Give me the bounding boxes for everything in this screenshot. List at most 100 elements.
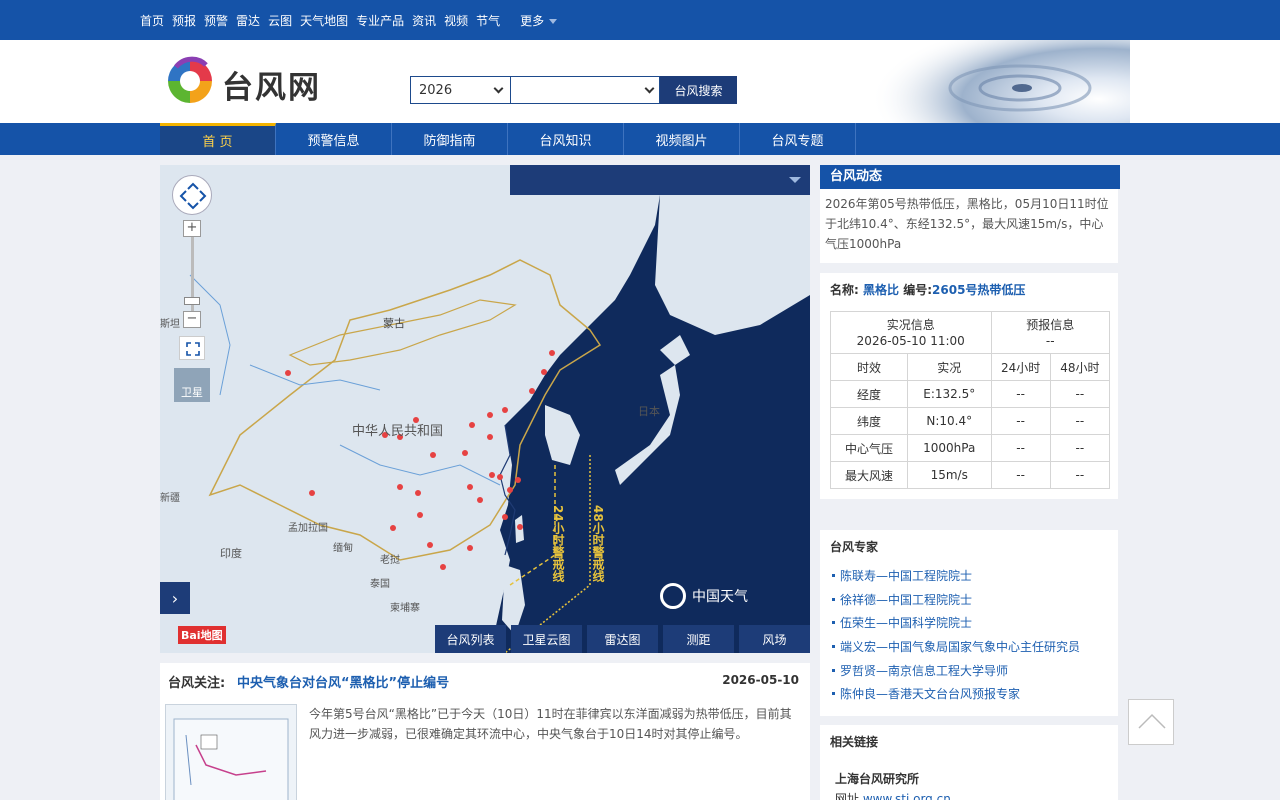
cell: 15m/s [906, 461, 992, 489]
topnav-more[interactable]: 更多 [520, 12, 558, 29]
expert-link[interactable]: 伍荣生—中国科学院院士 [830, 611, 1108, 635]
map-label-china: 中华人民共和国 [352, 424, 443, 439]
expert-link[interactable]: 徐祥德—中国工程院院士 [830, 588, 1108, 612]
news-thumbnail[interactable] [165, 704, 297, 800]
topnav-news[interactable]: 资讯 [412, 12, 436, 29]
typhoon-name-select[interactable] [510, 76, 660, 104]
org-url-line: 网址 www.sti.org.cn [835, 790, 1108, 800]
expert-name[interactable]: 伍荣生—中国科学院院士 [840, 614, 972, 631]
satellite-cloud-button[interactable]: 卫星云图 [511, 625, 582, 653]
col-header: 24小时 [990, 353, 1051, 381]
pan-control[interactable] [172, 175, 212, 215]
cell: -- [990, 434, 1051, 462]
code-label: 编号: [903, 283, 933, 297]
measure-distance-button[interactable]: 测距 [663, 625, 734, 653]
col-header: 实况 [906, 353, 992, 381]
row-label: 中心气压 [830, 434, 908, 462]
china-weather-logo-icon [660, 583, 686, 609]
land-korea [545, 405, 580, 465]
map-toolbar: 台风列表 卫星云图 雷达图 测距 风场 [435, 625, 810, 653]
bullet-icon [832, 621, 835, 625]
land-japan [615, 365, 680, 485]
topnav-cloud[interactable]: 云图 [268, 12, 292, 29]
expert-link[interactable]: 罗哲贤—南京信息工程大学导师 [830, 658, 1108, 682]
map-label-kazakh: 斯坦 [160, 317, 180, 330]
zoom-slider-handle[interactable] [184, 297, 200, 305]
topnav-forecast[interactable]: 预报 [172, 12, 196, 29]
topnav-products[interactable]: 专业产品 [356, 12, 404, 29]
dynamics-text: 2026年第05号热带低压，黑格比，05月10日11时位于北纬10.4°、东经1… [820, 189, 1118, 263]
expert-name[interactable]: 陈联寿—中国工程院院士 [840, 567, 972, 584]
triangle-down-icon [789, 177, 801, 183]
org-url-link[interactable]: www.sti.org.cn [863, 792, 951, 800]
typhoon-code-link[interactable]: 2605号热带低压 [932, 283, 1025, 297]
back-to-top-button[interactable] [1128, 699, 1174, 745]
table-row: 中心气压 1000hPa -- -- [830, 434, 1111, 462]
topnav-radar[interactable]: 雷达 [236, 12, 260, 29]
dynamics-title: 台风动态 [820, 165, 1120, 189]
related-links-panel: 相关链接 上海台风研究所 网址 www.sti.org.cn [820, 725, 1118, 800]
mainnav-video-images[interactable]: 视频图片 [624, 123, 740, 155]
expert-name[interactable]: 端义宏—中国气象局国家气象中心主任研究员 [840, 638, 1080, 655]
map-label-cambodia: 柬埔寨 [390, 601, 420, 614]
bullet-icon [832, 692, 835, 696]
main-nav: 首 页 预警信息 防御指南 台风知识 视频图片 台风专题 [0, 123, 1280, 155]
topnav-warning[interactable]: 预警 [204, 12, 228, 29]
forecast-title: 预报信息 [1026, 317, 1075, 332]
zoom-out-button[interactable]: − [183, 311, 201, 328]
expand-panel-icon[interactable]: › [160, 582, 190, 614]
topnav-home[interactable]: 首页 [140, 12, 164, 29]
map-label-thailand: 泰国 [370, 577, 390, 590]
site-logo-text[interactable]: 台风网 [222, 62, 321, 107]
fullscreen-icon[interactable] [179, 336, 205, 360]
col-header: 48小时 [1049, 353, 1111, 381]
land-siberia [655, 175, 810, 335]
caret-down-icon [549, 18, 558, 24]
expert-link[interactable]: 陈联寿—中国工程院院士 [830, 564, 1108, 588]
expert-name[interactable]: 陈仲良—香港天文台台风预报专家 [840, 685, 1020, 702]
land-japan-north [660, 335, 690, 365]
wind-field-button[interactable]: 风场 [739, 625, 810, 653]
radar-button[interactable]: 雷达图 [587, 625, 658, 653]
mainnav-typhoon-knowledge[interactable]: 台风知识 [508, 123, 624, 155]
topnav-weather-map[interactable]: 天气地图 [300, 12, 348, 29]
cell: N:10.4° [906, 407, 992, 435]
mainnav-typhoon-topics[interactable]: 台风专题 [740, 123, 856, 155]
cell: -- [990, 407, 1051, 435]
typhoon-list-button[interactable]: 台风列表 [435, 625, 506, 653]
topnav-video[interactable]: 视频 [444, 12, 468, 29]
topnav-solar-terms[interactable]: 节气 [476, 12, 500, 29]
expert-name[interactable]: 徐祥德—中国工程院院士 [840, 591, 972, 608]
table-row: 纬度 N:10.4° -- -- [830, 407, 1111, 435]
experts-title: 台风专家 [830, 540, 879, 554]
map-canvas[interactable]: 蒙古 中华人民共和国 日本 印度 孟加拉国 缅甸 老挝 泰国 柬埔寨 斯坦 新疆… [160, 165, 810, 653]
bullet-icon [832, 645, 835, 649]
mainnav-defense-guide[interactable]: 防御指南 [392, 123, 508, 155]
bullet-icon [832, 668, 835, 672]
news-section: 台风关注: 中央气象台对台风“黑格比”停止编号 2026-05-10 今年第5号… [160, 663, 810, 800]
map-layer-dropdown[interactable] [510, 165, 810, 195]
typhoon-map[interactable]: 蒙古 中华人民共和国 日本 印度 孟加拉国 缅甸 老挝 泰国 柬埔寨 斯坦 新疆… [160, 165, 810, 653]
china-weather-logo: 中国天气 [660, 583, 748, 609]
typhoon-search-button[interactable]: 台风搜索 [660, 76, 737, 104]
expert-link[interactable]: 陈仲良—香港天文台台风预报专家 [830, 682, 1108, 706]
satellite-label: 卫星 [181, 386, 203, 399]
news-headline[interactable]: 中央气象台对台风“黑格比”停止编号 [237, 672, 449, 691]
mainnav-warnings[interactable]: 预警信息 [276, 123, 392, 155]
related-links-title: 相关链接 [830, 735, 879, 749]
year-select[interactable]: 2026 [410, 76, 511, 104]
zoom-in-button[interactable]: + [183, 220, 201, 237]
map-label-warn24: 24小时警戒线 [551, 505, 565, 582]
mainnav-home[interactable]: 首 页 [160, 123, 276, 155]
cell: E:132.5° [906, 380, 992, 408]
expert-link[interactable]: 端义宏—中国气象局国家气象中心主任研究员 [830, 635, 1108, 659]
name-label: 名称: [830, 283, 859, 297]
typhoon-name-link[interactable]: 黑格比 [863, 283, 899, 297]
map-label-myanmar: 缅甸 [333, 541, 353, 554]
typhoon-logo-icon[interactable] [162, 53, 218, 109]
satellite-layer-toggle[interactable]: 卫星 [174, 368, 210, 402]
cell: -- [1049, 461, 1111, 489]
news-date: 2026-05-10 [722, 673, 799, 687]
expert-name[interactable]: 罗哲贤—南京信息工程大学导师 [840, 662, 1008, 679]
map-label-japan: 日本 [638, 404, 660, 418]
